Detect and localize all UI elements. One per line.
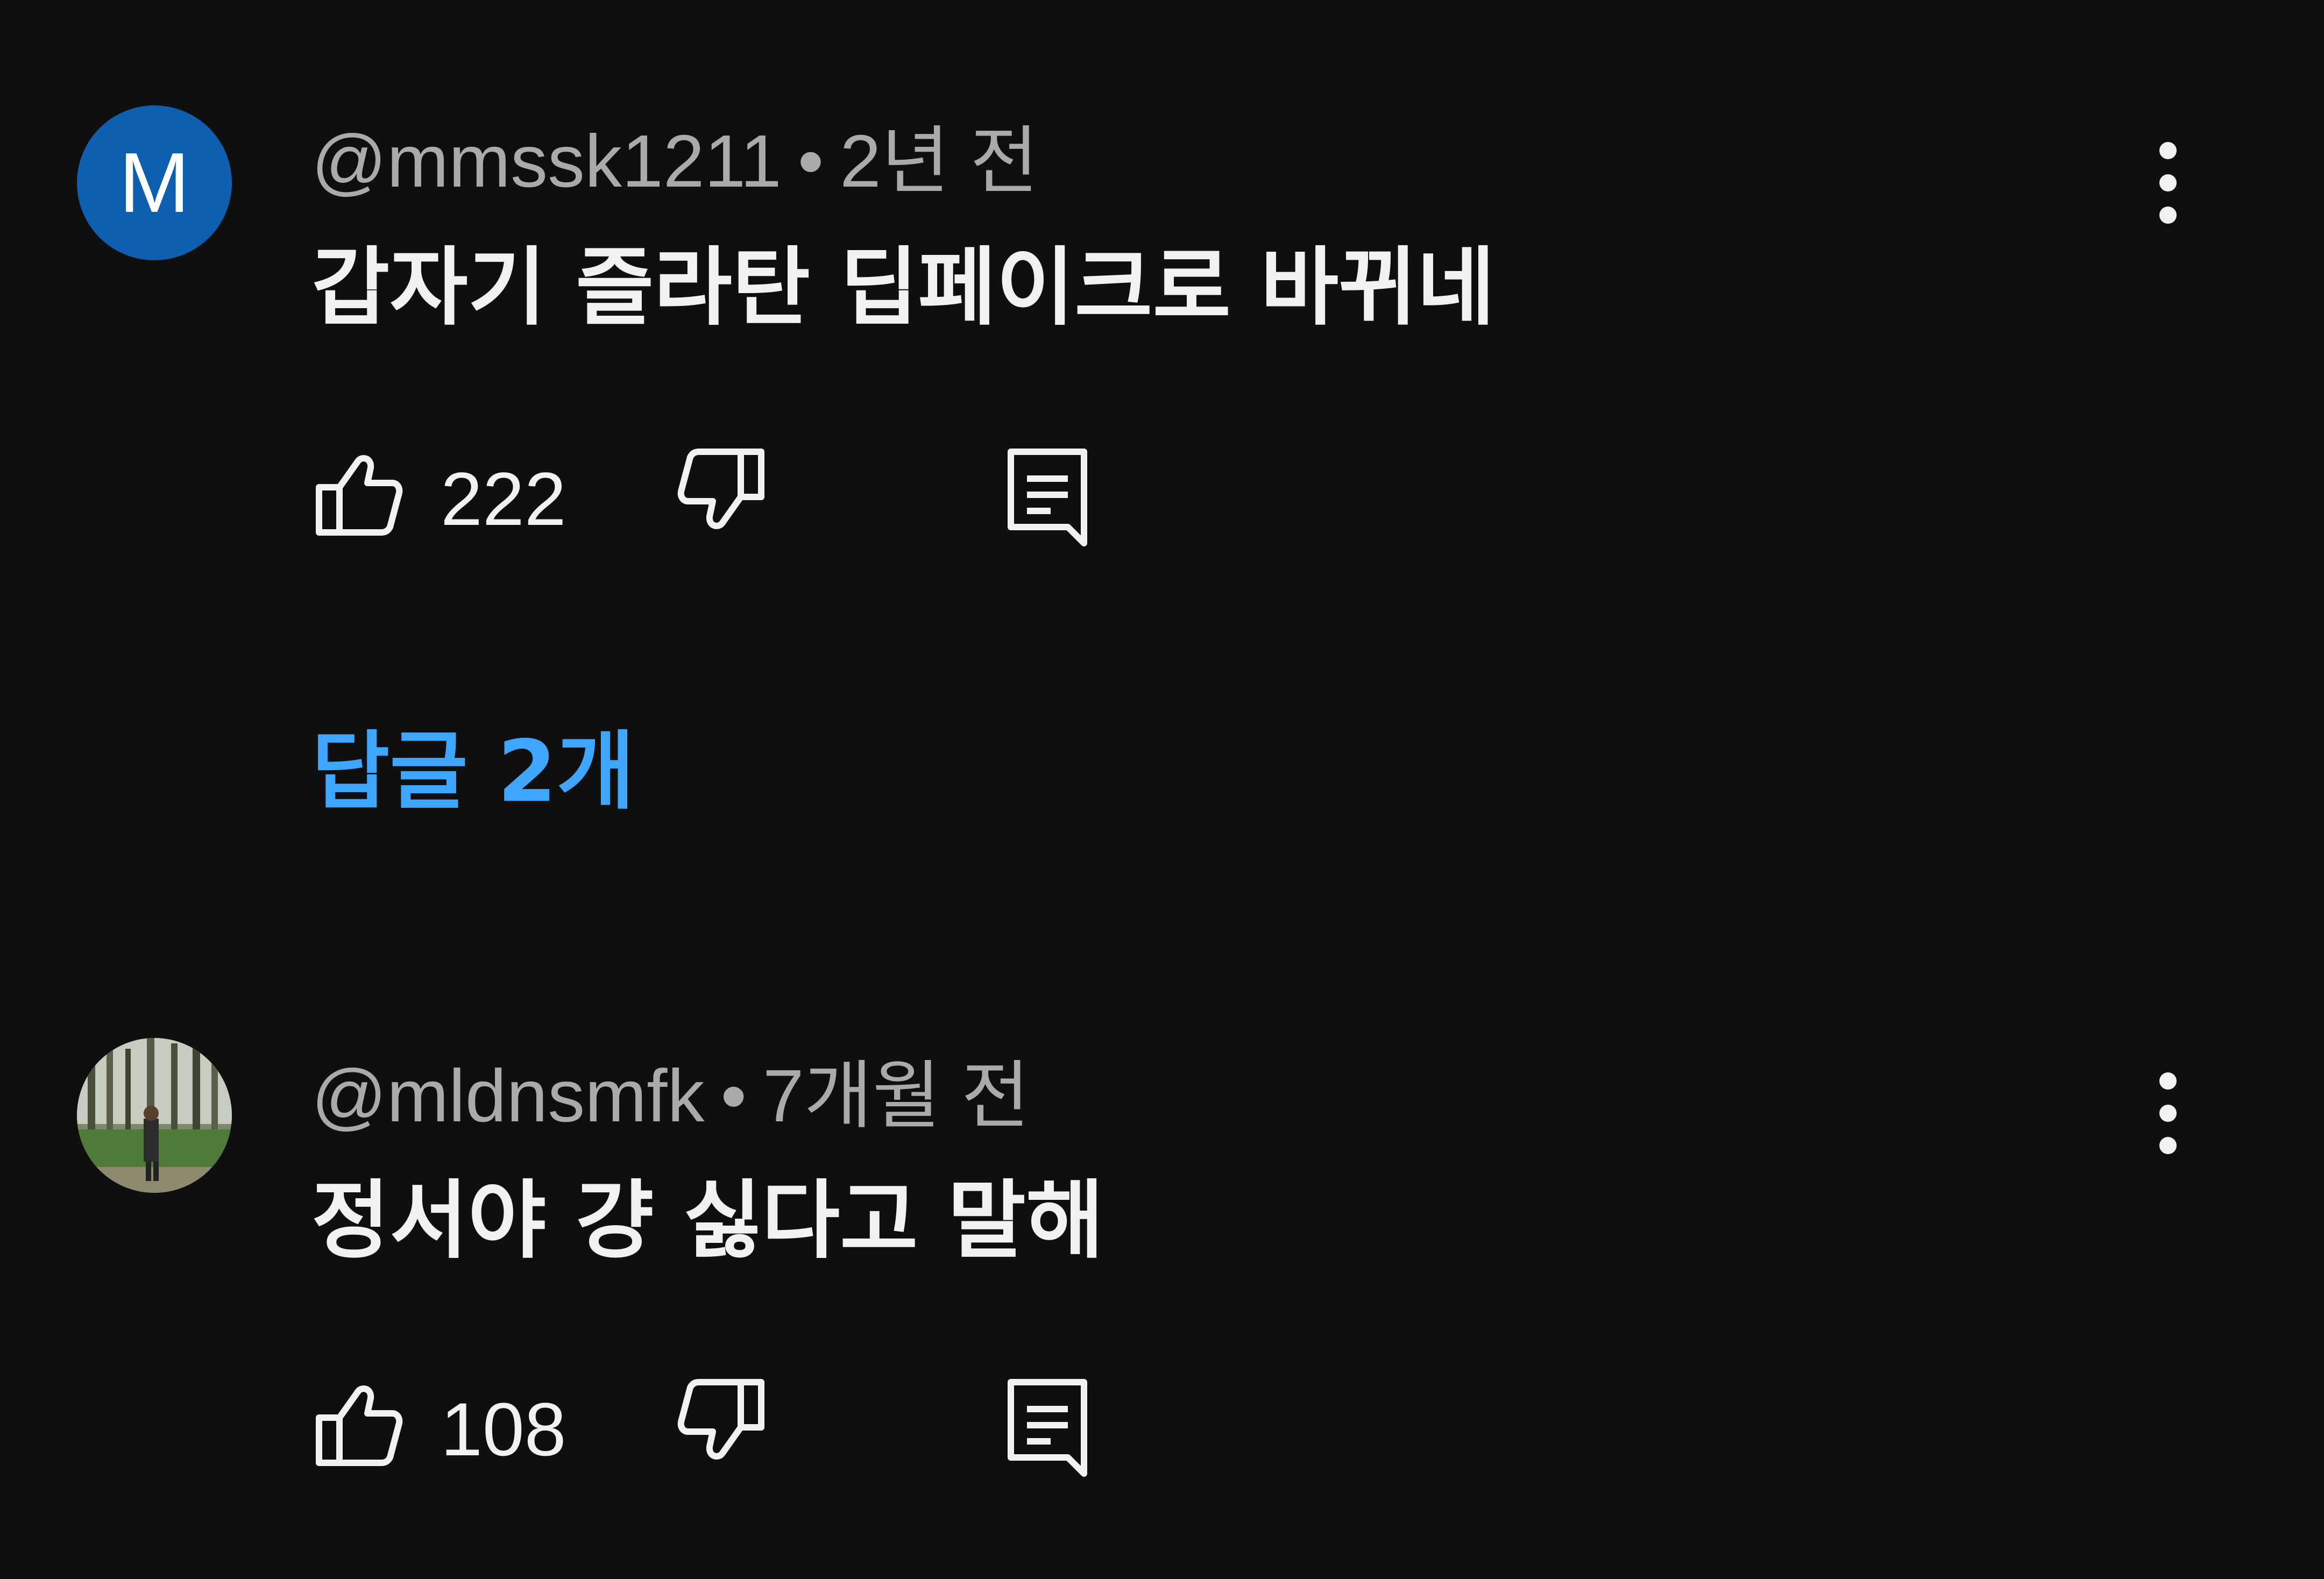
meta-separator: • — [720, 1055, 747, 1137]
like-count: 108 — [441, 1387, 566, 1471]
reply-button[interactable] — [1005, 1377, 1092, 1481]
like-button[interactable] — [311, 1377, 403, 1470]
more-options-button[interactable] — [2141, 1070, 2195, 1156]
thumb-down-icon — [677, 1379, 764, 1460]
thumb-up-icon — [316, 1385, 403, 1466]
dislike-button[interactable] — [677, 1377, 769, 1470]
comment-time: 7개월 전 — [762, 1055, 1030, 1137]
comment-text: 정서야 걍 싫다고 말해 — [311, 1171, 1104, 1270]
comment-actions: 108 — [311, 1377, 1172, 1484]
author-name[interactable]: @mldnsmfk — [311, 1055, 705, 1137]
more-vertical-icon — [2159, 1072, 2177, 1154]
comment-meta: @mldnsmfk • 7개월 전 — [311, 1053, 1030, 1139]
avatar[interactable] — [77, 1038, 232, 1193]
avatar-photo — [77, 1038, 232, 1193]
comment-item: @mldnsmfk • 7개월 전 정서야 걍 싫다고 말해 108 — [0, 0, 2324, 1579]
reply-icon — [1008, 1379, 1087, 1477]
